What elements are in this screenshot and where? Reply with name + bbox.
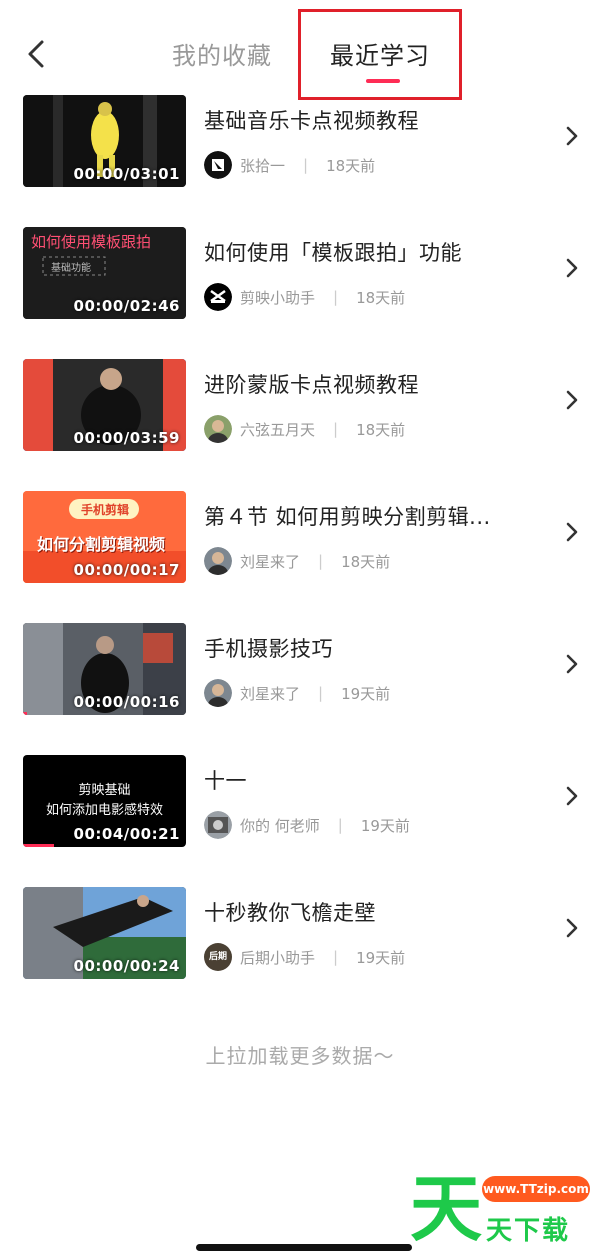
list-item[interactable]: 如何使用模板跟拍 基础功能 00:00/02:46 如何使用「模板跟拍」功能 剪… [0, 224, 600, 320]
top-nav: 我的收藏 最近学习 [0, 0, 600, 100]
video-thumbnail: 00:00/03:59 [23, 359, 186, 451]
video-meta: 刘星来了 | 18天前 [204, 546, 390, 576]
video-time: 00:00/00:24 [73, 957, 180, 975]
divider: | [333, 948, 339, 966]
watch-progress-bar [23, 712, 27, 715]
capcut-logo-avatar [204, 283, 232, 311]
video-time: 00:00/03:59 [73, 429, 180, 447]
tab-favorites[interactable]: 我的收藏 [172, 36, 272, 71]
thumbnail-tag: 手机剪辑 [81, 503, 130, 517]
thumbnail-title: 如何使用模板跟拍 [31, 233, 152, 251]
author-name: 剪映小助手 [240, 288, 316, 307]
chevron-right-icon[interactable] [564, 652, 580, 676]
author-name: 你的 何老师 [240, 816, 320, 835]
watermark-logo: 天 [410, 1167, 483, 1251]
divider: | [333, 288, 339, 306]
divider: | [318, 552, 324, 570]
video-meta: 六弦五月天 | 18天前 [204, 414, 405, 444]
watermark-url: www.TTzip.com [482, 1176, 590, 1202]
video-title: 基础音乐卡点视频教程 [204, 109, 419, 133]
video-time: 00:00/00:17 [73, 561, 180, 579]
watermark-text: 天下载 [486, 1216, 571, 1246]
video-title: 十秒教你飞檐走壁 [204, 901, 376, 925]
video-meta: 张拾一 | 18天前 [204, 150, 375, 180]
video-title: 十一 [204, 769, 247, 793]
list-item[interactable]: 剪映基础 如何添加电影感特效 00:04/00:21 十一 你的 何老师 | 1… [0, 752, 600, 848]
thumbnail-line-1: 剪映基础 [78, 783, 131, 798]
author-avatar [204, 415, 232, 443]
author-avatar [204, 679, 232, 707]
avatar-text: 后期 [208, 952, 227, 962]
video-thumbnail: 手机剪辑 如何分割剪辑视频 00:00/00:17 [23, 491, 186, 583]
video-time: 00:00/00:16 [73, 693, 180, 711]
time-ago: 18天前 [356, 288, 406, 307]
chevron-right-icon[interactable] [564, 388, 580, 412]
video-thumbnail: 00:00/03:01 [23, 95, 186, 187]
list-item[interactable]: 00:00/03:59 进阶蒙版卡点视频教程 六弦五月天 | 18天前 [0, 356, 600, 452]
video-meta: 你的 何老师 | 19天前 [204, 810, 410, 840]
divider: | [318, 684, 324, 702]
author-name: 张拾一 [240, 156, 286, 175]
chevron-right-icon[interactable] [564, 124, 580, 148]
chevron-right-icon[interactable] [564, 784, 580, 808]
time-ago: 19天前 [360, 816, 410, 835]
video-time: 00:04/00:21 [73, 825, 180, 843]
video-title: 进阶蒙版卡点视频教程 [204, 373, 419, 397]
author-name: 刘星来了 [240, 684, 301, 703]
author-name: 后期小助手 [240, 948, 316, 967]
time-ago: 18天前 [326, 156, 376, 175]
video-thumbnail: 00:00/00:24 [23, 887, 186, 979]
time-ago: 18天前 [356, 420, 406, 439]
annotation-highlight-box [298, 9, 462, 100]
time-ago: 18天前 [341, 552, 391, 571]
divider: | [303, 156, 309, 174]
video-thumbnail: 00:00/00:16 [23, 623, 186, 715]
author-avatar: 后期 [204, 943, 232, 971]
thumbnail-title: 如何分割剪辑视频 [37, 535, 166, 554]
video-title: 第４节 如何用剪映分割剪辑... [204, 505, 491, 529]
list-item[interactable]: 00:00/00:24 十秒教你飞檐走壁 后期 后期小助手 | 19天前 [0, 884, 600, 980]
author-avatar [204, 151, 232, 179]
watch-progress-bar [23, 844, 54, 847]
video-time: 00:00/02:46 [73, 297, 180, 315]
author-name: 六弦五月天 [240, 420, 316, 439]
video-title: 如何使用「模板跟拍」功能 [204, 241, 462, 265]
video-meta: 刘星来了 | 19天前 [204, 678, 390, 708]
divider: | [337, 816, 343, 834]
author-avatar [204, 547, 232, 575]
video-time: 00:00/03:01 [73, 165, 180, 183]
list-item[interactable]: 00:00/03:01 基础音乐卡点视频教程 张拾一 | 18天前 [0, 92, 600, 188]
back-arrow-icon[interactable] [22, 36, 52, 72]
video-title: 手机摄影技巧 [204, 637, 333, 661]
site-watermark: 天 www.TTzip.com 天下载 [410, 1168, 590, 1250]
thumbnail-subtitle: 基础功能 [51, 263, 91, 274]
video-meta: 后期 后期小助手 | 19天前 [204, 942, 405, 972]
thumbnail-line-2: 如何添加电影感特效 [45, 803, 163, 818]
divider: | [333, 420, 339, 438]
video-thumbnail: 如何使用模板跟拍 基础功能 00:00/02:46 [23, 227, 186, 319]
video-meta: 剪映小助手 | 18天前 [204, 282, 405, 312]
chevron-right-icon[interactable] [564, 256, 580, 280]
list-item[interactable]: 00:00/00:16 手机摄影技巧 刘星来了 | 19天前 [0, 620, 600, 716]
author-avatar [204, 811, 232, 839]
time-ago: 19天前 [356, 948, 406, 967]
load-more-hint: 上拉加载更多数据～ [205, 1044, 395, 1068]
chevron-right-icon[interactable] [564, 916, 580, 940]
home-indicator[interactable] [196, 1244, 412, 1251]
list-item[interactable]: 手机剪辑 如何分割剪辑视频 00:00/00:17 第４节 如何用剪映分割剪辑.… [0, 488, 600, 584]
video-thumbnail: 剪映基础 如何添加电影感特效 00:04/00:21 [23, 755, 186, 847]
chevron-right-icon[interactable] [564, 520, 580, 544]
time-ago: 19天前 [341, 684, 391, 703]
author-name: 刘星来了 [240, 552, 301, 571]
